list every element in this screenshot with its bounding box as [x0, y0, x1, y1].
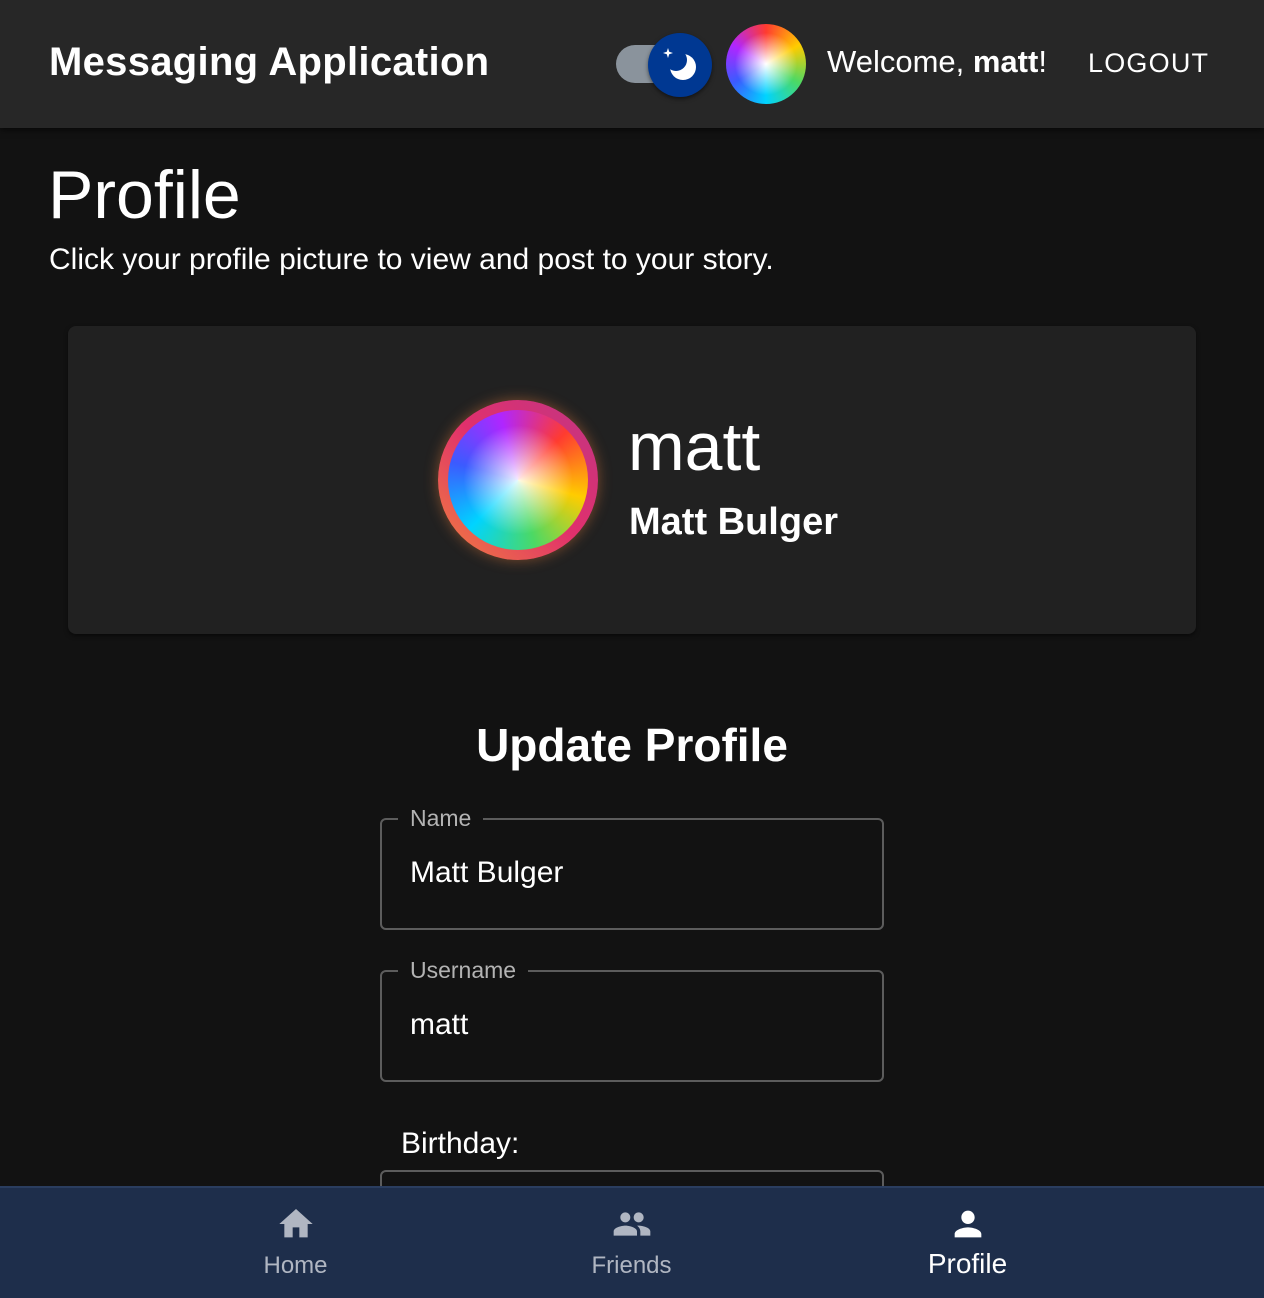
profile-username: matt [628, 409, 761, 485]
nav-profile-label: Profile [927, 1248, 1008, 1279]
nav-friends-label: Friends [591, 1252, 672, 1279]
welcome-prefix: Welcome, [827, 44, 973, 79]
username-field-label: Username [398, 956, 529, 984]
toggle-thumb[interactable] [648, 33, 712, 97]
profile-card: matt Matt Bulger [68, 326, 1196, 634]
name-input[interactable] [410, 856, 850, 890]
welcome-suffix: ! [1038, 44, 1047, 79]
username-input[interactable] [410, 1008, 850, 1042]
birthday-label: Birthday: [401, 1127, 520, 1160]
app-bar: Messaging Application Welcome, matt! LOG… [0, 0, 1264, 128]
name-field-label: Name [398, 804, 484, 832]
page-subtitle: Click your profile picture to view and p… [49, 243, 774, 276]
profile-fullname: Matt Bulger [629, 501, 838, 543]
story-avatar-button[interactable] [438, 400, 598, 560]
welcome-message: Welcome, matt! [827, 44, 1047, 80]
page-title: Profile [48, 157, 241, 233]
welcome-username: matt [972, 44, 1039, 79]
profile-avatar [448, 410, 588, 550]
friends-icon [613, 1212, 650, 1236]
username-field[interactable]: Username [380, 956, 884, 1082]
header-avatar[interactable] [726, 24, 806, 104]
name-field[interactable]: Name [380, 804, 884, 930]
app-title: Messaging Application [49, 40, 490, 84]
nav-home-label: Home [263, 1252, 328, 1279]
logout-button[interactable]: LOGOUT [1088, 48, 1209, 79]
theme-toggle[interactable] [616, 33, 714, 97]
home-icon [278, 1209, 313, 1238]
bottom-navigation: Home Friends Profile [0, 1186, 1264, 1298]
moon-icon [663, 48, 696, 80]
nav-profile[interactable]: Profile [757, 1188, 1178, 1298]
update-profile-title: Update Profile [476, 719, 788, 771]
person-icon [954, 1210, 981, 1238]
